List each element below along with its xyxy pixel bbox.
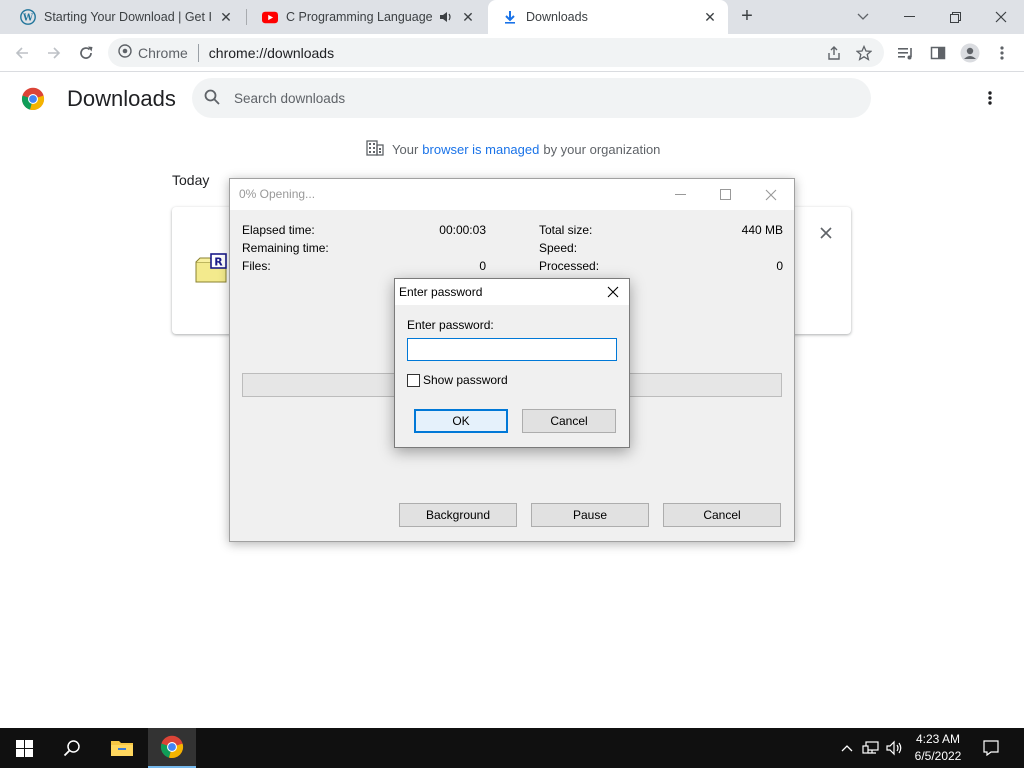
media-controls-icon[interactable] (892, 39, 920, 67)
progress-title-bar[interactable]: 0% Opening... (230, 179, 794, 210)
system-clock[interactable]: 4:23 AM 6/5/2022 (900, 731, 976, 765)
window-close-icon[interactable] (978, 0, 1024, 34)
wordpress-icon: W (20, 9, 36, 25)
total-size-value: 440 MB (741, 223, 783, 237)
search-downloads-input[interactable]: Search downloads (192, 78, 871, 118)
search-icon[interactable] (48, 728, 96, 768)
tab-c-programming[interactable]: C Programming Language - ✕ (248, 0, 486, 34)
password-dialog-title-bar[interactable]: Enter password (395, 279, 629, 305)
password-input[interactable] (407, 338, 617, 361)
search-icon (204, 89, 220, 108)
winrar-archive-icon: R (195, 253, 231, 285)
show-password-checkbox[interactable] (407, 373, 420, 387)
browser-managed-link[interactable]: browser is managed (422, 142, 539, 157)
tab-title: C Programming Language - (286, 10, 432, 24)
ok-button[interactable]: OK (414, 409, 508, 433)
cancel-extraction-button[interactable]: Cancel (663, 503, 781, 527)
browser-toolbar: Chrome chrome://downloads (0, 34, 1024, 72)
total-size-label: Total size: (539, 223, 593, 237)
svg-text:R: R (214, 256, 223, 269)
forward-button[interactable] (40, 39, 68, 67)
close-icon[interactable]: ✕ (218, 9, 234, 25)
start-button[interactable] (0, 728, 48, 768)
date-section-heading: Today (172, 172, 210, 188)
chrome-site-icon (118, 44, 132, 61)
building-icon (366, 140, 384, 159)
background-button[interactable]: Background (399, 503, 517, 527)
speaker-icon[interactable] (438, 9, 454, 25)
downloads-menu-icon[interactable] (978, 86, 1002, 110)
svg-text:W: W (22, 14, 34, 24)
elapsed-time-label: Elapsed time: (242, 223, 315, 237)
clock-date: 6/5/2022 (914, 749, 962, 763)
downloads-header: Downloads Search downloads (0, 72, 1024, 128)
chrome-logo-icon (21, 87, 45, 111)
youtube-icon (262, 9, 278, 25)
close-icon[interactable] (748, 179, 793, 210)
tab-search-chevron-icon[interactable] (840, 0, 886, 34)
speed-label: Speed: (539, 241, 578, 255)
tab-downloads[interactable]: Downloads ✕ (488, 0, 728, 34)
managed-prefix: Your (392, 142, 419, 157)
back-button[interactable] (8, 39, 36, 67)
password-dialog-title: Enter password (399, 285, 483, 299)
notifications-icon[interactable] (980, 728, 1002, 768)
files-value: 0 (479, 259, 486, 273)
tab-title: Downloads (526, 10, 588, 24)
tray-chevron-up-icon[interactable] (838, 728, 856, 768)
file-explorer-icon[interactable] (98, 728, 146, 768)
clock-time: 4:23 AM (915, 732, 961, 746)
remaining-time-label: Remaining time: (242, 241, 329, 255)
elapsed-time-value: 00:00:03 (439, 223, 486, 237)
close-icon[interactable]: ✕ (702, 9, 718, 25)
tab-starting-download[interactable]: W Starting Your Download | Get Into ✕ (6, 0, 244, 34)
managed-suffix: by your organization (543, 142, 661, 157)
page-title: Downloads (67, 86, 176, 111)
tab-title: Starting Your Download | Get Into (44, 10, 212, 24)
profile-avatar-icon[interactable] (956, 39, 984, 67)
minimize-icon[interactable] (886, 0, 932, 34)
restore-icon[interactable] (932, 0, 978, 34)
processed-value: 0 (776, 259, 783, 273)
minimize-icon[interactable] (658, 179, 703, 210)
bookmark-star-icon[interactable] (852, 41, 876, 65)
maximize-icon[interactable] (703, 179, 748, 210)
cancel-button[interactable]: Cancel (522, 409, 616, 433)
side-panel-icon[interactable] (924, 39, 952, 67)
url-text[interactable]: chrome://downloads (209, 45, 334, 61)
progress-window-title: 0% Opening... (239, 187, 316, 201)
chrome-taskbar-icon[interactable] (148, 728, 196, 768)
reload-button[interactable] (72, 39, 100, 67)
show-password-option[interactable]: Show password (407, 373, 508, 387)
address-bar[interactable]: Chrome chrome://downloads (108, 38, 884, 67)
enter-password-dialog: Enter password Enter password: Show pass… (394, 278, 630, 448)
tab-separator (246, 9, 247, 25)
close-icon[interactable] (601, 282, 625, 302)
windows-taskbar: 4:23 AM 6/5/2022 (0, 728, 1024, 768)
password-label: Enter password: (407, 318, 494, 332)
close-icon[interactable]: ✕ (460, 9, 476, 25)
managed-notice: Your browser is managed by your organiza… (366, 140, 660, 159)
pause-button[interactable]: Pause (531, 503, 649, 527)
tab-strip: W Starting Your Download | Get Into ✕ C … (0, 0, 1024, 34)
share-icon[interactable] (822, 41, 846, 65)
omnibox-divider (197, 43, 199, 62)
download-icon (502, 9, 518, 25)
files-label: Files: (242, 259, 271, 273)
remove-download-icon[interactable] (816, 223, 836, 243)
site-label: Chrome (138, 44, 188, 61)
show-password-label: Show password (423, 373, 508, 387)
browser-menu-icon[interactable] (988, 39, 1016, 67)
new-tab-button[interactable]: + (736, 6, 758, 28)
processed-label: Processed: (539, 259, 600, 273)
network-icon[interactable] (860, 728, 882, 768)
search-placeholder: Search downloads (234, 90, 346, 106)
